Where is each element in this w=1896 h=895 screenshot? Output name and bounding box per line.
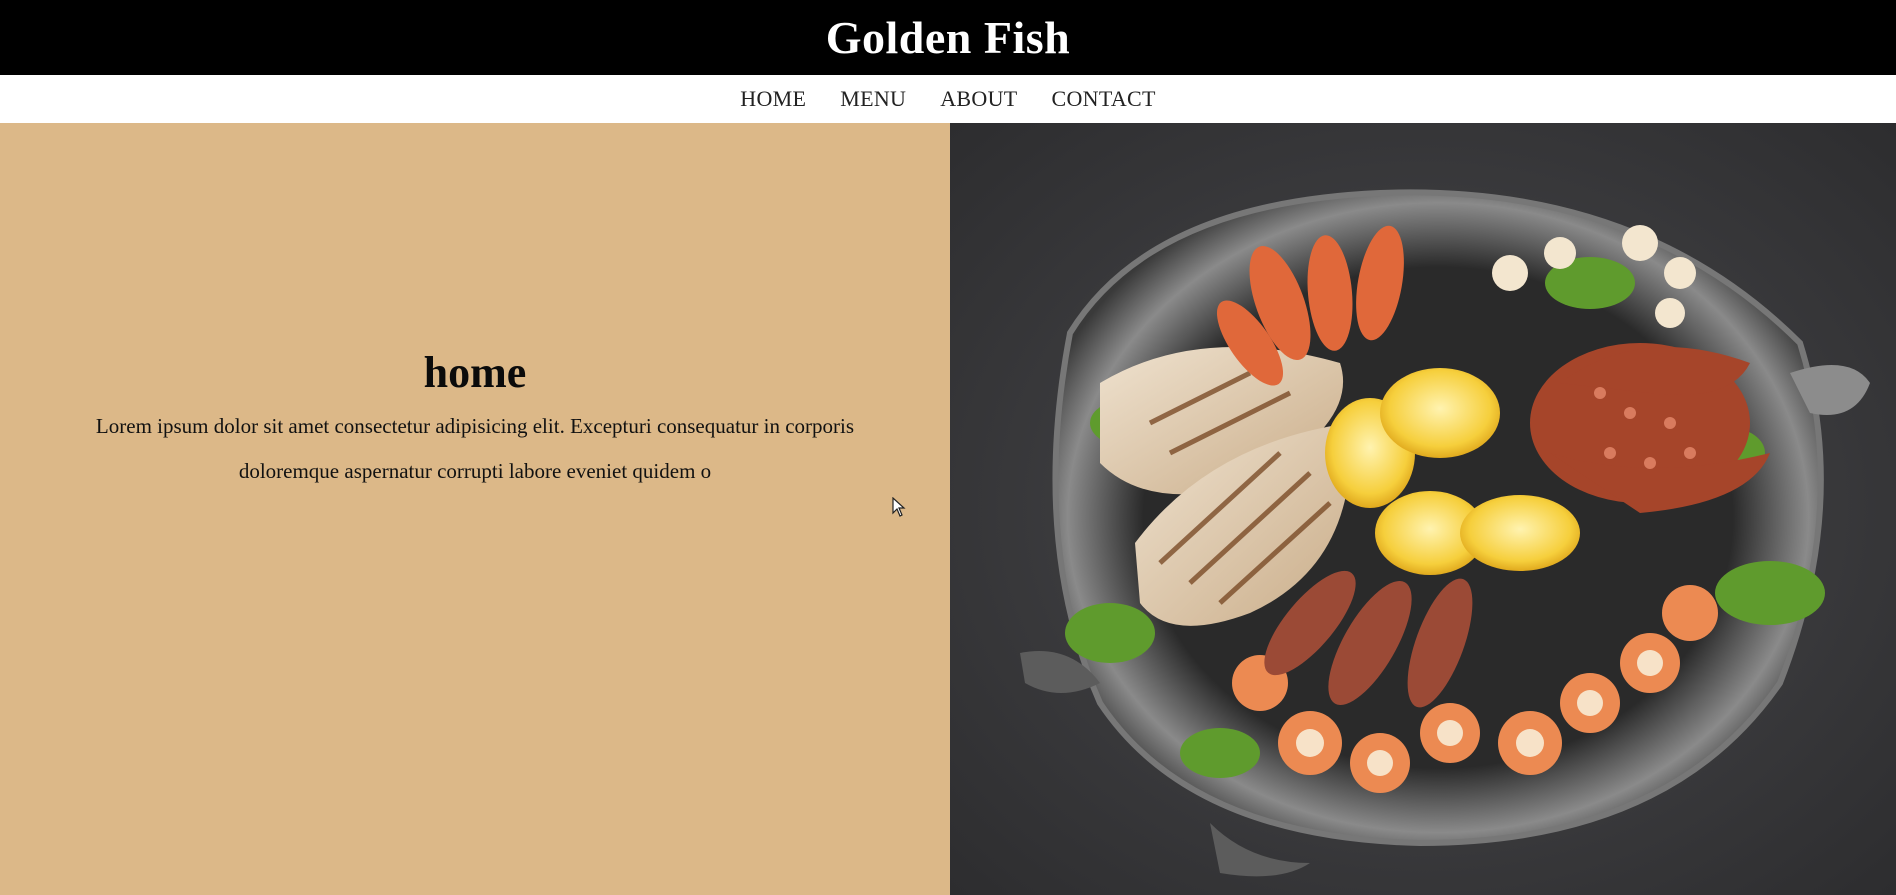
hero-text-panel: home Lorem ipsum dolor sit amet consecte…	[0, 123, 950, 895]
seafood-platter-illustration	[950, 123, 1896, 895]
hero-body: Lorem ipsum dolor sit amet consectetur a…	[95, 414, 855, 483]
hero-section: home Lorem ipsum dolor sit amet consecte…	[0, 123, 1896, 895]
mouse-cursor-icon	[892, 497, 906, 517]
hero-heading: home	[423, 348, 527, 397]
site-header: Golden Fish	[0, 0, 1896, 75]
main-nav: HOME MENU ABOUT CONTACT	[0, 75, 1896, 123]
seafood-platter-image	[950, 123, 1896, 895]
nav-menu[interactable]: MENU	[840, 86, 906, 112]
nav-about[interactable]: ABOUT	[940, 86, 1017, 112]
hero-intro: home Lorem ipsum dolor sit amet consecte…	[0, 347, 950, 494]
nav-contact[interactable]: CONTACT	[1052, 86, 1156, 112]
nav-home[interactable]: HOME	[740, 86, 806, 112]
brand-title: Golden Fish	[825, 12, 1071, 63]
